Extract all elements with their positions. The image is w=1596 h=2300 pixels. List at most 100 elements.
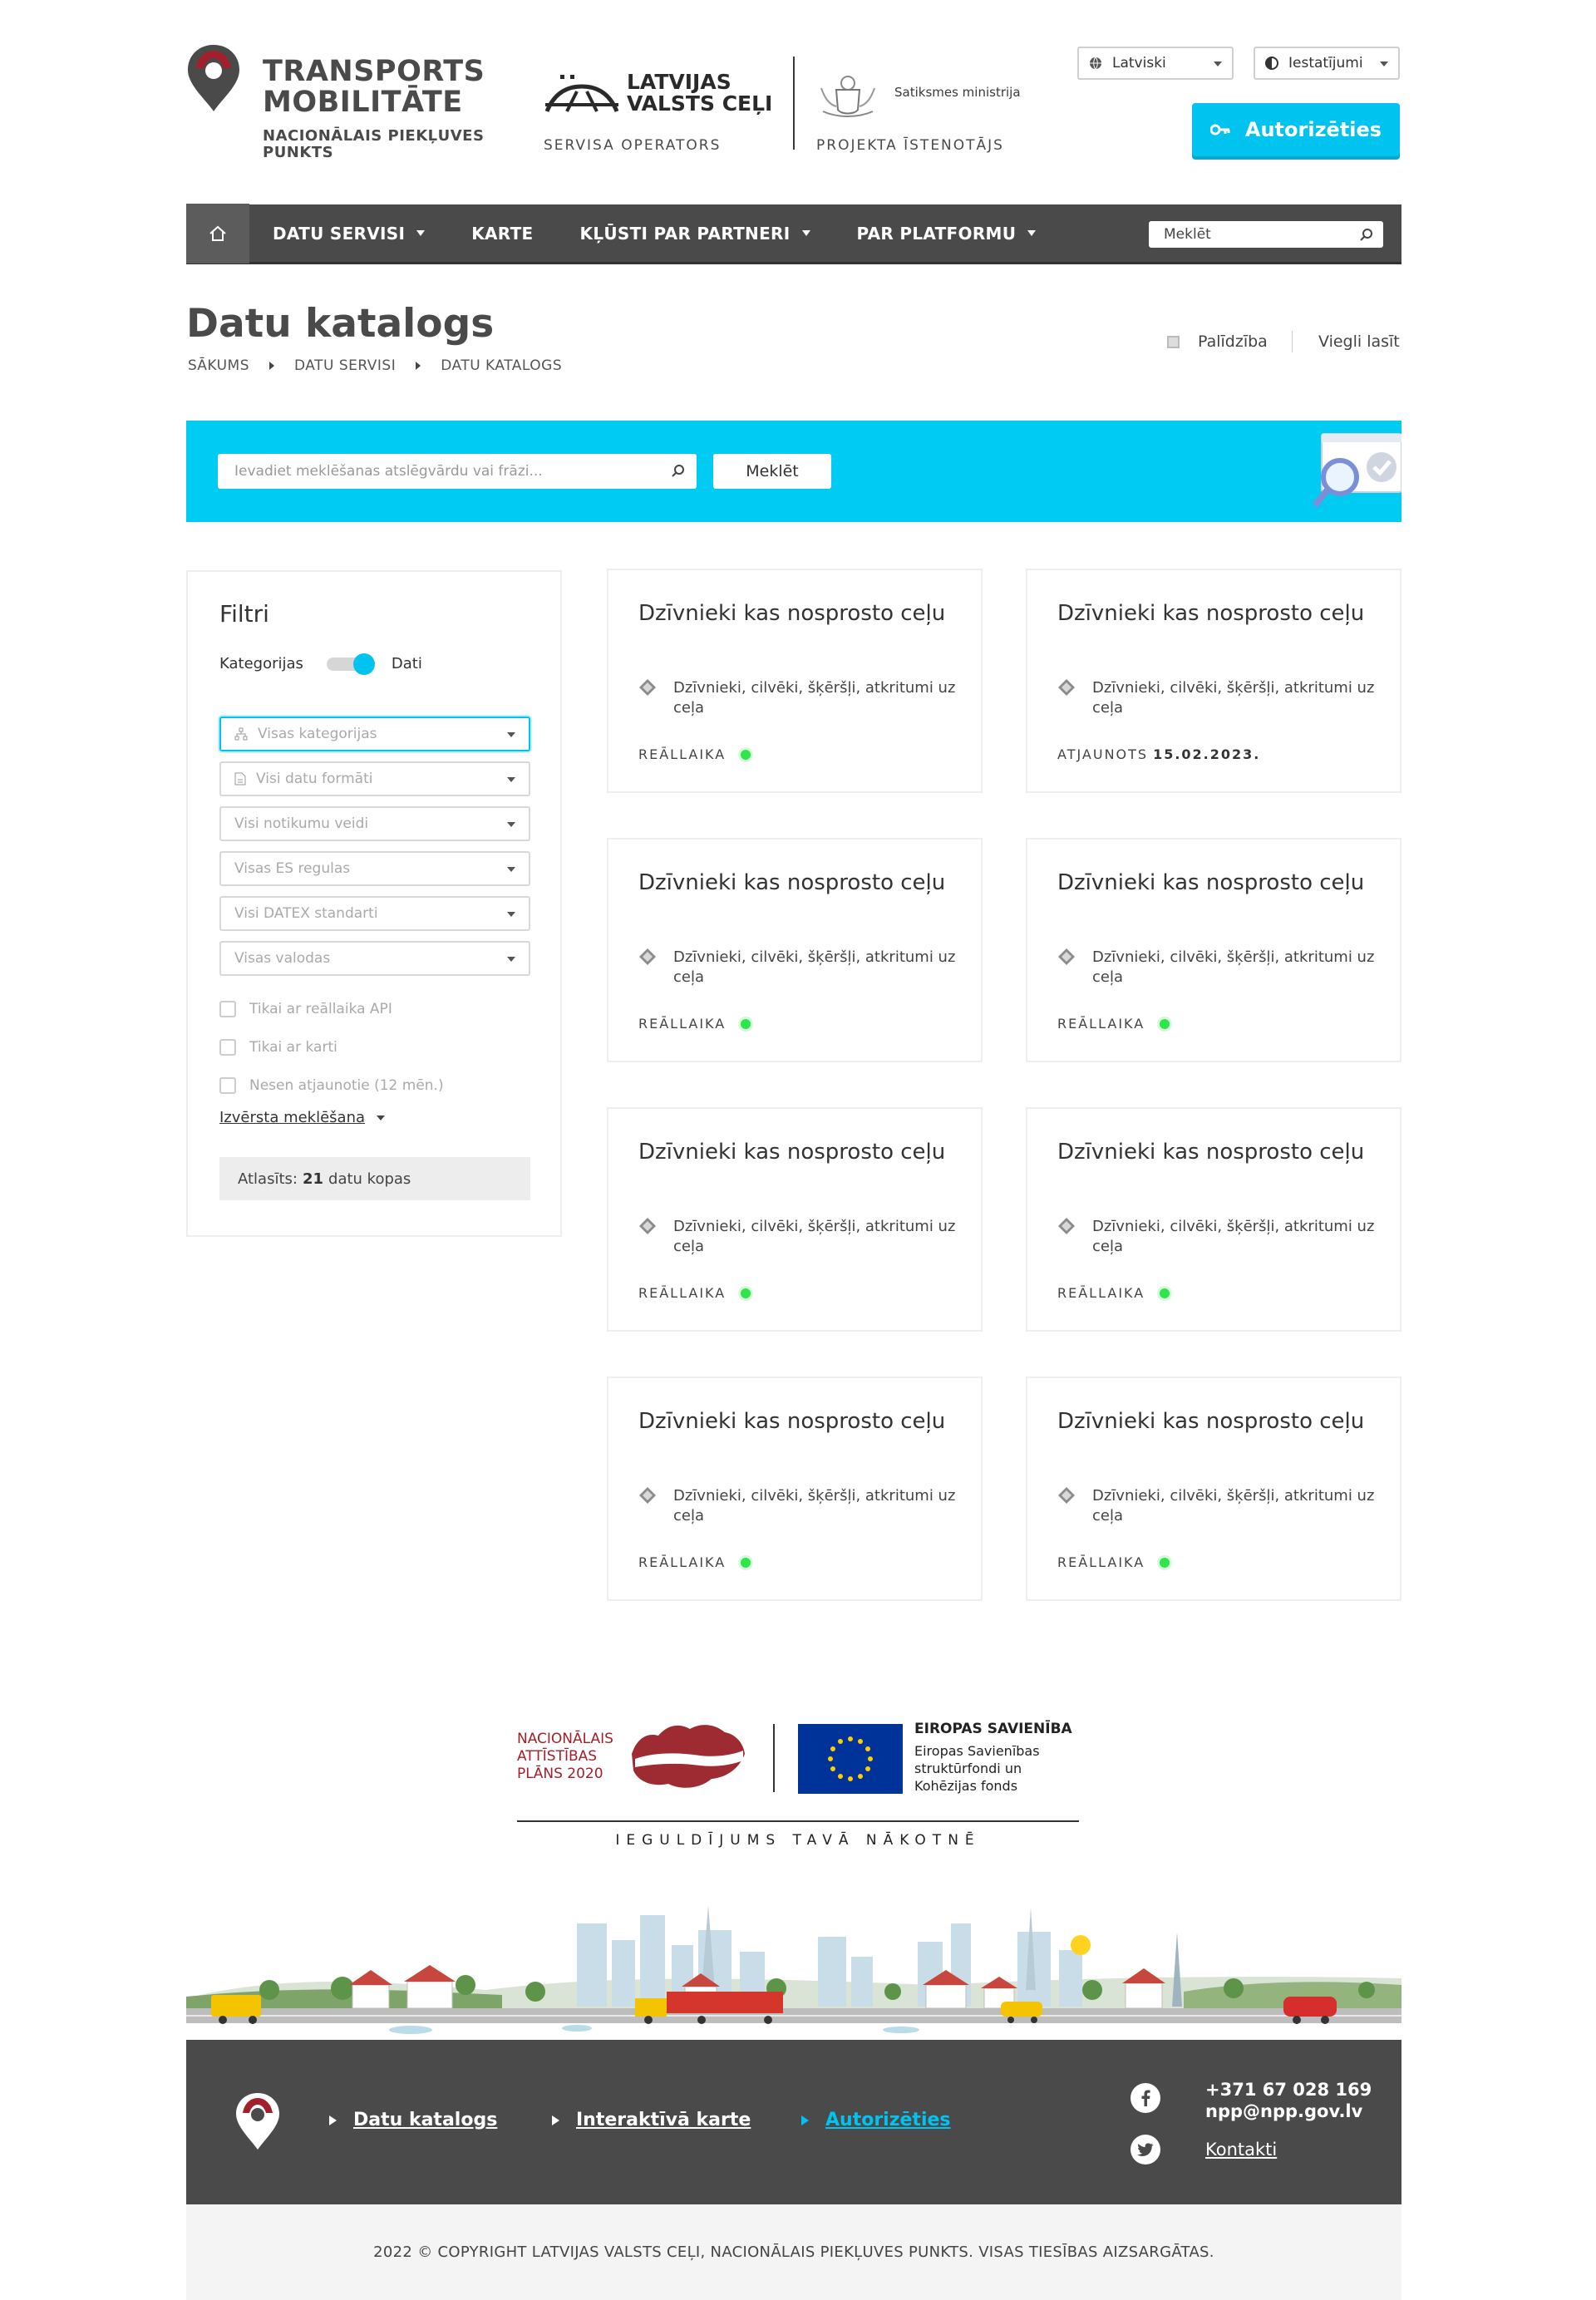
eu-regulation-select[interactable]: Visas ES regulas xyxy=(219,851,530,886)
dataset-card[interactable]: Dzīvnieki kas nosprosto ceļu Dzīvnieki, … xyxy=(607,1107,983,1332)
arrow-right-icon xyxy=(329,2115,337,2125)
footer-phone[interactable]: +371 67 028 169 xyxy=(1205,2080,1372,2100)
footer-link-login[interactable]: Autorizēties xyxy=(801,2110,951,2130)
dataset-card-status: REĀLLAIKA xyxy=(638,1285,751,1301)
chevron-down-icon xyxy=(801,230,810,236)
nav-item-data-services[interactable]: DATU SERVISI xyxy=(249,204,448,263)
brand-title[interactable]: TRANSPORTS MOBILITĀTE xyxy=(263,57,512,118)
nav-search-input[interactable]: Meklēt xyxy=(1149,221,1383,248)
contrast-icon xyxy=(1265,57,1278,70)
login-button-label: Autorizēties xyxy=(1244,118,1382,141)
nav-item-about-platform[interactable]: PAR PLATFORMU xyxy=(834,204,1060,263)
checkbox-box[interactable] xyxy=(219,1001,236,1017)
footer-link-catalog[interactable]: Datu katalogs xyxy=(329,2110,497,2130)
breadcrumb-item-data-services[interactable]: DATU SERVISI xyxy=(294,357,396,374)
checkbox-box[interactable] xyxy=(219,1077,236,1094)
dataset-card-status: REĀLLAIKA xyxy=(638,746,751,762)
recently-updated-checkbox[interactable]: Nesen atjaunotie (12 mēn.) xyxy=(219,1077,444,1094)
dataset-card-status: REĀLLAIKA xyxy=(638,1554,751,1570)
dataset-card[interactable]: Dzīvnieki kas nosprosto ceļu Dzīvnieki, … xyxy=(607,838,983,1062)
catalog-search-button[interactable]: Meklēt xyxy=(713,454,831,489)
dataset-card-title[interactable]: Dzīvnieki kas nosprosto ceļu xyxy=(638,869,954,896)
file-icon xyxy=(234,772,246,786)
dataset-card[interactable]: Dzīvnieki kas nosprosto ceļu Dzīvnieki, … xyxy=(1026,1107,1401,1332)
dataset-card-title[interactable]: Dzīvnieki kas nosprosto ceļu xyxy=(1057,600,1373,627)
category-select[interactable]: Visas kategorijas xyxy=(219,717,530,751)
status-label: REĀLLAIKA xyxy=(1057,1554,1145,1570)
catalog-search-input[interactable]: Ievadiet meklēšanas atslēgvārdu vai frāz… xyxy=(218,454,697,489)
dataset-card-description: Dzīvnieki, cilvēki, šķēršļi, atkritumi u… xyxy=(673,679,956,717)
checkbox-label: Nesen atjaunotie (12 mēn.) xyxy=(249,1077,444,1094)
data-format-select[interactable]: Visi datu formāti xyxy=(219,761,530,796)
funding-divider xyxy=(773,1724,775,1792)
dataset-card[interactable]: Dzīvnieki kas nosprosto ceļu Dzīvnieki, … xyxy=(1026,569,1401,793)
dataset-card[interactable]: Dzīvnieki kas nosprosto ceļu Dzīvnieki, … xyxy=(607,1377,983,1601)
eu-title: EIROPAS SAVIENĪBA xyxy=(914,1721,1072,1737)
chevron-down-icon xyxy=(1380,62,1388,66)
datex-standard-select[interactable]: Visi DATEX standarti xyxy=(219,896,530,931)
facebook-icon[interactable] xyxy=(1130,2083,1160,2113)
brand-subtitle: NACIONĀLAIS PIEKĻUVES PUNKTS xyxy=(263,127,485,161)
brand-pin-logo-icon[interactable] xyxy=(186,43,241,113)
warning-diamond-icon xyxy=(639,1487,656,1504)
footer-link-label: Datu katalogs xyxy=(353,2110,498,2130)
warning-diamond-icon xyxy=(639,679,656,696)
chevron-down-icon xyxy=(507,867,515,872)
dataset-card-title[interactable]: Dzīvnieki kas nosprosto ceļu xyxy=(638,1139,954,1165)
arrow-right-icon xyxy=(801,2115,809,2125)
nav-item-become-partner[interactable]: KĻŪSTI PAR PARTNERI xyxy=(557,204,834,263)
settings-select[interactable]: Iestatījumi xyxy=(1254,47,1400,80)
categories-data-toggle[interactable] xyxy=(326,653,375,675)
updated-date: 15.02.2023. xyxy=(1153,746,1261,762)
key-icon xyxy=(1209,124,1230,135)
dataset-card[interactable]: Dzīvnieki kas nosprosto ceļu Dzīvnieki, … xyxy=(1026,838,1401,1062)
language-filter-select-value: Visas valodas xyxy=(234,950,331,967)
globe-icon xyxy=(1090,57,1101,70)
dataset-card-title[interactable]: Dzīvnieki kas nosprosto ceļu xyxy=(638,1408,954,1435)
realtime-api-checkbox[interactable]: Tikai ar reāllaika API xyxy=(219,1001,392,1017)
dataset-card[interactable]: Dzīvnieki kas nosprosto ceļu Dzīvnieki, … xyxy=(1026,1377,1401,1601)
dataset-card[interactable]: Dzīvnieki kas nosprosto ceļu Dzīvnieki, … xyxy=(607,569,983,793)
warning-diamond-icon xyxy=(1058,679,1075,696)
breadcrumb-item-current: DATU KATALOGS xyxy=(441,357,563,374)
help-link[interactable]: Palīdzība xyxy=(1167,332,1268,351)
breadcrumb-arrow-icon xyxy=(269,362,275,370)
language-select[interactable]: Latviski xyxy=(1077,47,1234,80)
operator-role: SERVISA OPERATORS xyxy=(544,137,722,154)
dataset-card-title[interactable]: Dzīvnieki kas nosprosto ceļu xyxy=(1057,1408,1373,1435)
footer-link-map[interactable]: Interaktīvā karte xyxy=(552,2110,751,2130)
easy-read-link[interactable]: Viegli lasīt xyxy=(1318,332,1400,351)
dataset-card-description: Dzīvnieki, cilvēki, šķēršļi, atkritumi u… xyxy=(1092,679,1375,717)
live-indicator-dot xyxy=(1160,1557,1170,1568)
nav-item-label: PAR PLATFORMU xyxy=(856,223,1017,244)
selected-count-prefix: Atlasīts: xyxy=(238,1170,298,1188)
event-type-select[interactable]: Visi notikumu veidi xyxy=(219,806,530,841)
selected-count-suffix: datu kopas xyxy=(328,1170,411,1188)
filters-panel: Filtri Kategorijas Dati Visas kategorija… xyxy=(186,570,562,1237)
data-format-select-value: Visi datu formāti xyxy=(256,771,373,787)
advanced-search-toggle[interactable]: Izvērsta meklēšana xyxy=(219,1109,386,1126)
breadcrumb-item-home[interactable]: SĀKUMS xyxy=(188,357,249,374)
footer-pin-logo-icon[interactable] xyxy=(234,2091,281,2151)
advanced-search-label: Izvērsta meklēšana xyxy=(219,1109,366,1126)
nav-item-map[interactable]: KARTE xyxy=(448,204,556,263)
footer-contacts-link[interactable]: Kontakti xyxy=(1205,2140,1277,2160)
login-button[interactable]: Autorizēties xyxy=(1192,103,1400,156)
checkbox-box[interactable] xyxy=(219,1039,236,1056)
twitter-icon[interactable] xyxy=(1130,2135,1160,2165)
status-label: REĀLLAIKA xyxy=(638,1554,727,1570)
footer-email[interactable]: npp@npp.gov.lv xyxy=(1205,2101,1362,2121)
dataset-card-title[interactable]: Dzīvnieki kas nosprosto ceļu xyxy=(1057,1139,1373,1165)
language-filter-select[interactable]: Visas valodas xyxy=(219,941,530,976)
search-icon[interactable] xyxy=(672,464,685,477)
search-icon[interactable] xyxy=(1360,228,1373,241)
with-map-checkbox[interactable]: Tikai ar karti xyxy=(219,1039,337,1056)
home-button[interactable] xyxy=(186,203,249,263)
dataset-card-status: REĀLLAIKA xyxy=(1057,1285,1170,1301)
nav-item-label: KĻŪSTI PAR PARTNERI xyxy=(579,223,791,244)
dataset-card-title[interactable]: Dzīvnieki kas nosprosto ceļu xyxy=(638,600,954,627)
breadcrumb: SĀKUMS DATU SERVISI DATU KATALOGS xyxy=(188,357,562,374)
dataset-card-title[interactable]: Dzīvnieki kas nosprosto ceļu xyxy=(1057,869,1373,896)
operator-name-line1: LATVIJAS xyxy=(627,70,732,94)
home-icon xyxy=(209,225,226,241)
